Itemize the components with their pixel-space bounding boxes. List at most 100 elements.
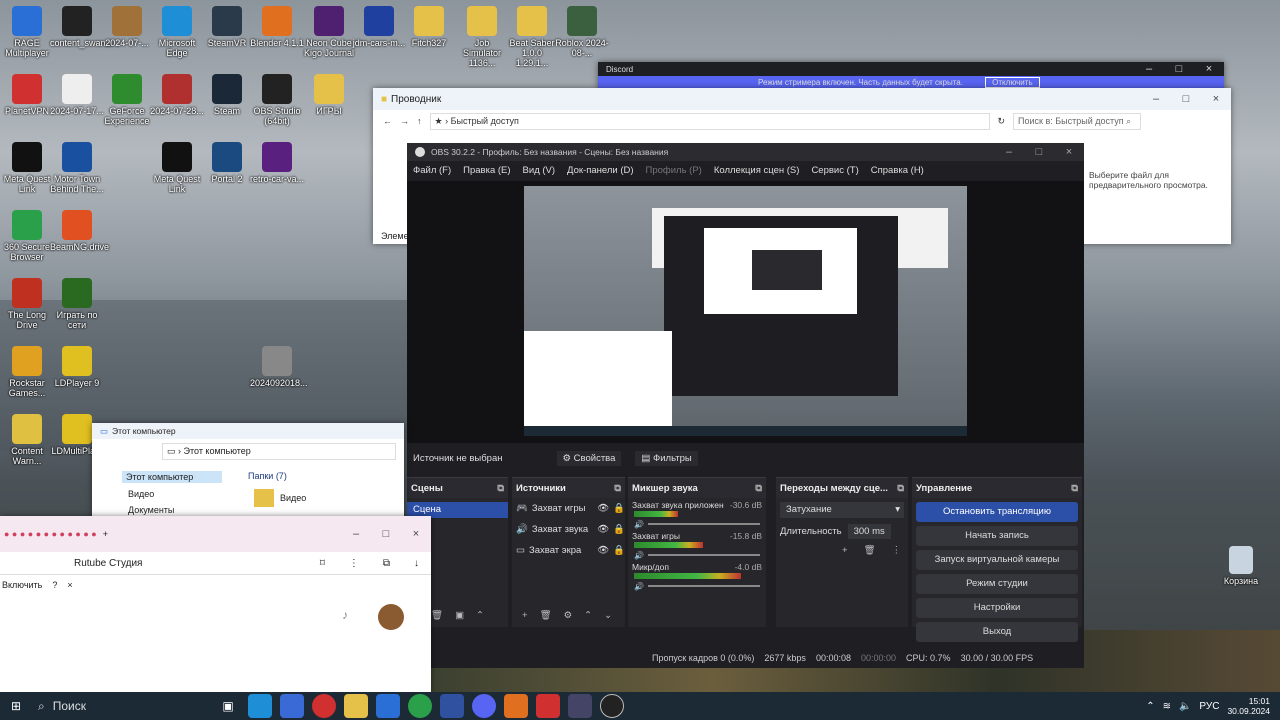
desktop-icon[interactable]: The Long Drive [0, 278, 54, 330]
extensions-icon[interactable]: ⧉ [383, 558, 390, 569]
close-bar-button[interactable]: × [67, 580, 72, 590]
obs-window[interactable]: OBS 30.2.2 - Профиль: Без названия - Сце… [407, 143, 1084, 668]
control-button[interactable]: Режим студии [916, 574, 1078, 594]
maximize-icon[interactable]: □ [1164, 63, 1194, 75]
recycle-bin[interactable]: Корзина [1214, 546, 1268, 586]
clock[interactable]: 15:01 30.09.2024 [1227, 696, 1270, 716]
close-icon[interactable]: × [1201, 93, 1231, 105]
desktop-icon[interactable]: jdm-cars-m... [352, 6, 406, 48]
menu-item[interactable]: Профиль (P) [646, 165, 702, 176]
nav-item[interactable]: Видео [128, 489, 154, 499]
control-button[interactable]: Настройки [916, 598, 1078, 618]
taskbar-search[interactable]: ⌕ Поиск [32, 694, 212, 718]
store-icon[interactable] [376, 694, 400, 718]
volume-slider[interactable]: 🔊 [634, 519, 760, 529]
control-button[interactable]: Выход [916, 622, 1078, 642]
chevron-up-icon[interactable]: ⌃ [1146, 701, 1154, 712]
download-icon[interactable]: ↓ [414, 558, 419, 569]
maximize-icon[interactable]: □ [1171, 93, 1201, 105]
remove-icon[interactable]: 🗑 [540, 610, 552, 621]
desktop-icon[interactable]: Motor Town Behind The... [50, 142, 104, 194]
speaker-icon[interactable]: 🔊 [634, 520, 644, 529]
app-icon[interactable] [568, 694, 592, 718]
search-box[interactable]: Поиск в: Быстрый доступ ⌕ [1013, 112, 1142, 130]
desktop-icon[interactable]: Fitch327 [402, 6, 456, 48]
lock-icon[interactable]: 🔒 [613, 524, 625, 535]
nav-item[interactable]: Этот компьютер [122, 471, 222, 483]
maximize-icon[interactable]: □ [1024, 146, 1054, 158]
desktop-icon[interactable]: LDPlayer 9 [50, 346, 104, 388]
explorer-taskbar-icon[interactable] [344, 694, 368, 718]
yandex-icon[interactable] [312, 694, 336, 718]
add-tab-icon[interactable]: + [103, 529, 108, 539]
eye-icon[interactable]: 👁 [597, 524, 609, 535]
control-button[interactable]: Начать запись [916, 526, 1078, 546]
enable-button[interactable]: Включить [2, 580, 42, 590]
up-icon[interactable]: ↑ [417, 116, 422, 126]
minimize-icon[interactable]: – [1141, 93, 1171, 105]
more-icon[interactable]: ⋮ [349, 558, 359, 569]
desktop-icon[interactable]: 2024-07-28... [150, 74, 204, 116]
duration-input[interactable]: 300 ms [847, 524, 891, 539]
undock-icon[interactable]: ⧉ [897, 483, 904, 494]
desktop-icon[interactable]: Roblox 2024-08-... [555, 6, 609, 58]
desktop-icon[interactable]: Beat Saber 1.0.0 1.29.1... [505, 6, 559, 68]
back-icon[interactable]: ← [383, 116, 392, 126]
properties-button[interactable]: ⚙ Свойства [556, 450, 622, 466]
wifi-icon[interactable]: ≋ [1163, 701, 1171, 712]
speaker-icon[interactable]: 🔊 [634, 551, 644, 560]
nav-item[interactable]: Документы [128, 505, 174, 515]
discord-banner-button[interactable]: Отключить [985, 77, 1040, 88]
desktop-icon[interactable]: BeamNG.drive [50, 210, 109, 252]
menu-item[interactable]: Док-панели (D) [567, 165, 633, 176]
desktop-icon[interactable]: 2024-07-17... [50, 74, 104, 116]
lock-icon[interactable]: 🔒 [613, 545, 625, 556]
desktop-icon[interactable]: PlanetVPN [0, 74, 54, 116]
move-up-icon[interactable]: ⌃ [584, 610, 592, 621]
volume-slider[interactable]: 🔊 [634, 581, 760, 591]
desktop-icon[interactable]: Meta Quest Link [150, 142, 204, 194]
source-item[interactable]: 🎮 Захват игры 👁 🔒 [512, 498, 625, 519]
filter-icon[interactable]: ▣ [455, 610, 464, 621]
filters-button[interactable]: ▤ Фильтры [635, 450, 698, 466]
desktop-icon[interactable]: 2024-07-... [100, 6, 154, 48]
menu-item[interactable]: Вид (V) [523, 165, 556, 176]
menu-item[interactable]: Справка (H) [871, 165, 924, 176]
volume-slider[interactable]: 🔊 [634, 550, 760, 560]
obs-preview[interactable] [407, 181, 1084, 443]
explorer2-window[interactable]: ▭ Этот компьютер ▭ › Этот компьютер Этот… [92, 423, 404, 521]
desktop-icon[interactable]: content_swan... [50, 6, 113, 48]
menu-item[interactable]: Коллекция сцен (S) [714, 165, 800, 176]
remove-icon[interactable]: 🗑 [431, 610, 443, 621]
help-icon[interactable]: ? [52, 580, 57, 590]
edge-icon[interactable] [248, 694, 272, 718]
desktop-icon[interactable]: OBS Studio (64bit) [250, 74, 304, 126]
bell-icon[interactable]: ♪ [342, 608, 348, 622]
desktop-icon[interactable]: Portal 2 [200, 142, 254, 184]
desktop-icon[interactable]: Meta Quest Link [0, 142, 54, 194]
desktop-icon[interactable]: Content Warn... [0, 414, 54, 466]
undock-icon[interactable]: ⧉ [755, 483, 762, 494]
control-button[interactable]: Запуск виртуальной камеры [916, 550, 1078, 570]
desktop-icon[interactable]: ИГРЫ [302, 74, 356, 116]
start-icon[interactable]: ⊞ [4, 694, 28, 718]
menu-item[interactable]: Правка (E) [463, 165, 510, 176]
explorer2-address[interactable]: ▭ › Этот компьютер [162, 443, 396, 460]
360-browser-icon[interactable] [408, 694, 432, 718]
minimize-icon[interactable]: – [1134, 63, 1164, 75]
close-icon[interactable]: × [1054, 146, 1084, 158]
discord-window[interactable]: Discord – □ × Режим стримера включен. Част… [598, 62, 1224, 90]
add-icon[interactable]: + [522, 610, 528, 621]
folder-video[interactable]: Видео [254, 489, 306, 507]
app-icon[interactable] [280, 694, 304, 718]
minimize-icon[interactable]: – [994, 146, 1024, 158]
lock-icon[interactable]: 🔒 [613, 503, 625, 514]
bookmark-icon[interactable]: ⌑ [320, 558, 325, 569]
undock-icon[interactable]: ⧉ [614, 483, 621, 494]
desktop-icon[interactable]: Играть по сети [50, 278, 104, 330]
transition-select[interactable]: Затухание ▾ [780, 502, 904, 518]
maximize-icon[interactable]: □ [371, 528, 401, 540]
speaker-icon[interactable]: 🔈 [1179, 701, 1191, 712]
obs-taskbar-icon[interactable] [600, 694, 624, 718]
language-indicator[interactable]: РУС [1199, 701, 1219, 712]
